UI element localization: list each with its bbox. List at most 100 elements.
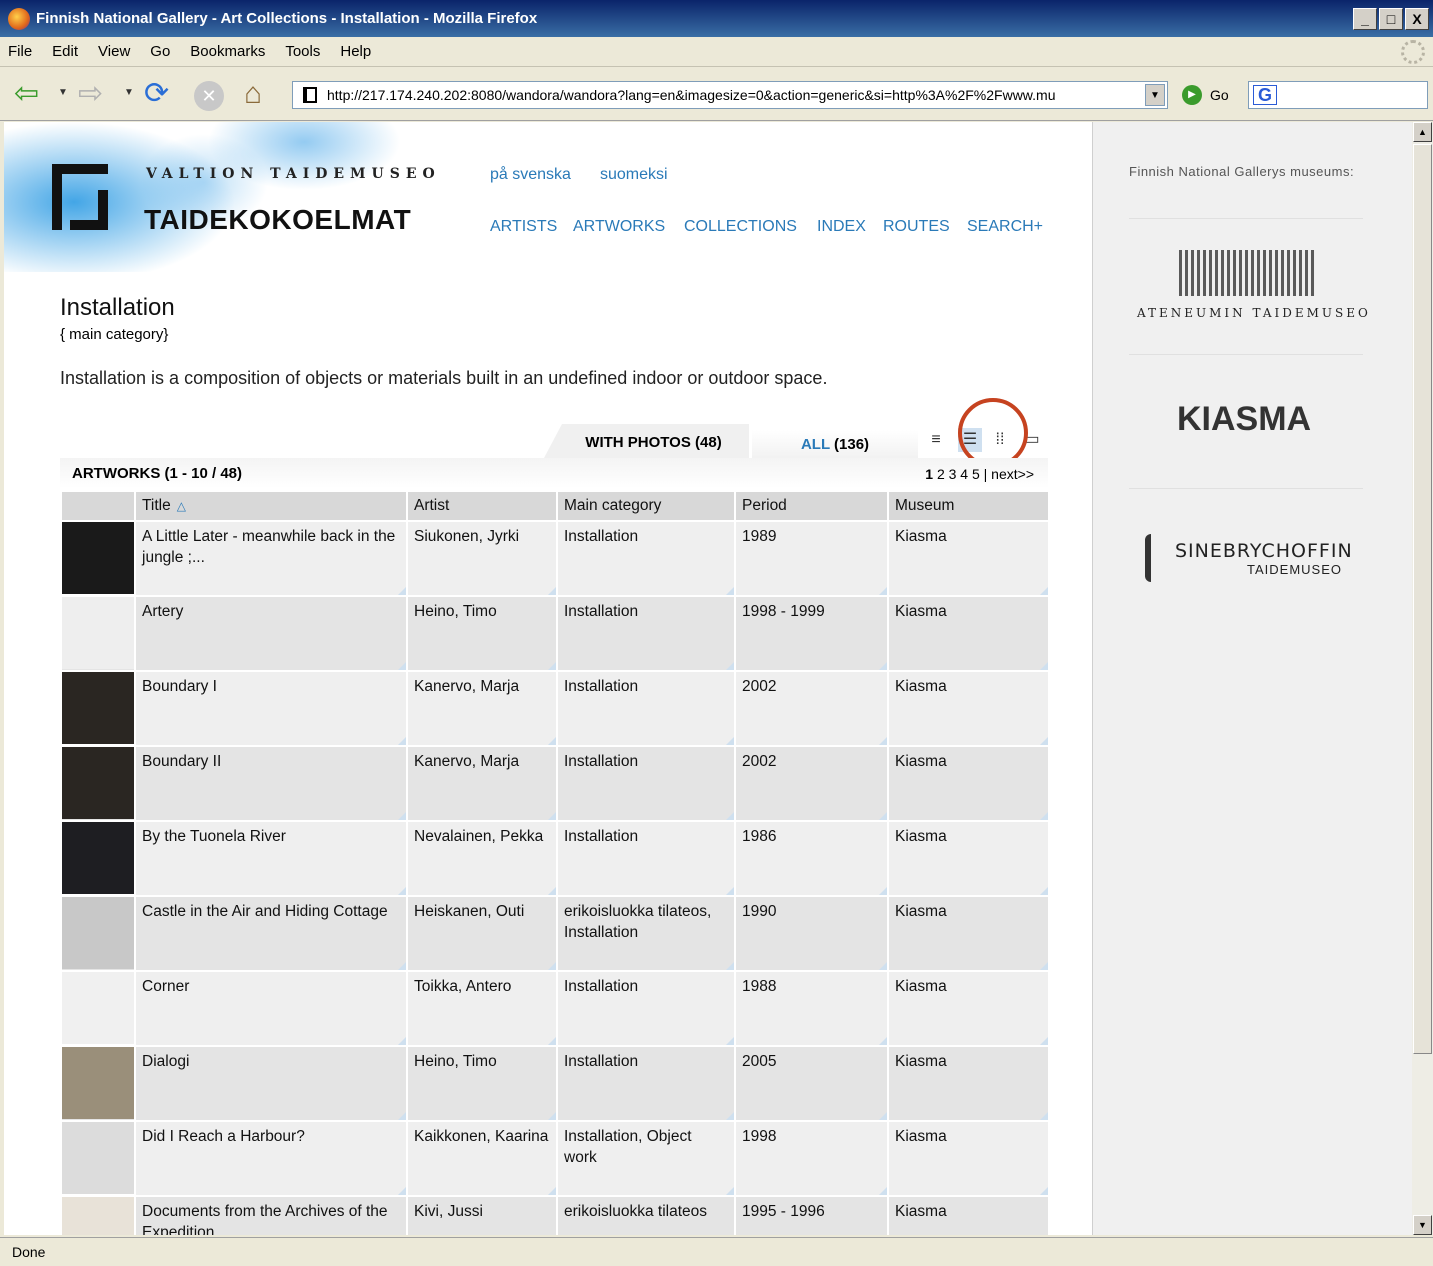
- search-engine-icon[interactable]: G: [1253, 85, 1277, 105]
- back-dropdown-icon[interactable]: ▼: [58, 87, 68, 98]
- museum-cell[interactable]: Kiasma: [889, 522, 1048, 595]
- menu-go[interactable]: Go: [150, 43, 170, 60]
- sinebrychoff-link[interactable]: SINEBRYCHOFFIN: [1175, 540, 1353, 562]
- museum-cell[interactable]: Kiasma: [889, 747, 1048, 820]
- period-cell[interactable]: 1986: [736, 822, 887, 895]
- vertical-scrollbar[interactable]: ▲ ▼: [1412, 122, 1433, 1235]
- back-arrow-icon[interactable]: ⇦: [14, 77, 39, 111]
- pager-pages[interactable]: 2 3 4 5 | next>>: [933, 466, 1034, 482]
- period-cell[interactable]: 1998: [736, 1122, 887, 1195]
- ateneum-link[interactable]: ATENEUMIN TAIDEMUSEO: [1137, 306, 1371, 320]
- lang-swedish-link[interactable]: på svenska: [490, 166, 571, 184]
- artwork-thumbnail[interactable]: [62, 822, 134, 895]
- artwork-thumbnail[interactable]: [62, 1197, 134, 1235]
- period-cell[interactable]: 1989: [736, 522, 887, 595]
- category-cell[interactable]: erikoisluokka tilateos, Installation: [558, 897, 734, 970]
- artist-cell[interactable]: Kivi, Jussi: [408, 1197, 556, 1235]
- table-row[interactable]: Boundary II Kanervo, Marja Installation 200…: [62, 747, 1048, 820]
- title-cell[interactable]: Boundary II: [136, 747, 406, 820]
- scroll-up-icon[interactable]: ▲: [1413, 122, 1432, 142]
- thumbnail-image[interactable]: [62, 897, 134, 969]
- title-cell[interactable]: By the Tuonela River: [136, 822, 406, 895]
- menu-bookmarks[interactable]: Bookmarks: [190, 43, 265, 60]
- sinebrychoff-logo-icon[interactable]: [1145, 534, 1167, 582]
- table-row[interactable]: By the Tuonela River Nevalainen, Pekka Ins…: [62, 822, 1048, 895]
- museum-cell[interactable]: Kiasma: [889, 597, 1048, 670]
- stop-icon[interactable]: ✕: [194, 81, 224, 111]
- sort-ascending-icon[interactable]: △: [177, 499, 186, 513]
- title-cell[interactable]: Artery: [136, 597, 406, 670]
- menu-view[interactable]: View: [98, 43, 130, 60]
- category-cell[interactable]: Installation: [558, 672, 734, 745]
- artist-cell[interactable]: Kaikkonen, Kaarina: [408, 1122, 556, 1195]
- minimize-button[interactable]: _: [1353, 7, 1377, 30]
- nav-search[interactable]: SEARCH+: [967, 218, 1043, 236]
- url-dropdown-icon[interactable]: ▼: [1145, 84, 1165, 106]
- category-cell[interactable]: Installation: [558, 597, 734, 670]
- title-cell[interactable]: A Little Later - meanwhile back in the j…: [136, 522, 406, 595]
- category-cell[interactable]: Installation, Object work: [558, 1122, 734, 1195]
- period-cell[interactable]: 1995 - 1996: [736, 1197, 887, 1235]
- title-cell[interactable]: Documents from the Archives of the Exped…: [136, 1197, 406, 1235]
- lang-finnish-link[interactable]: suomeksi: [600, 166, 668, 184]
- close-button[interactable]: X: [1405, 7, 1429, 30]
- maximize-button[interactable]: □: [1379, 7, 1403, 30]
- artist-cell[interactable]: Heino, Timo: [408, 1047, 556, 1120]
- tab-all[interactable]: ALL (136): [752, 430, 918, 458]
- tab-with-photos[interactable]: WITH PHOTOS (48): [544, 424, 749, 458]
- period-cell[interactable]: 2005: [736, 1047, 887, 1120]
- table-row[interactable]: Boundary I Kanervo, Marja Installation 2002…: [62, 672, 1048, 745]
- artist-cell[interactable]: Siukonen, Jyrki: [408, 522, 556, 595]
- kiasma-link[interactable]: KIASMA: [1177, 400, 1311, 439]
- thumbnail-image[interactable]: [62, 1122, 134, 1194]
- go-button[interactable]: ▶ Go: [1182, 85, 1229, 105]
- artist-cell[interactable]: Heiskanen, Outi: [408, 897, 556, 970]
- title-cell[interactable]: Boundary I: [136, 672, 406, 745]
- ateneum-building-icon[interactable]: [1179, 250, 1315, 296]
- site-title[interactable]: TAIDEKOKOELMAT: [144, 204, 411, 236]
- table-row[interactable]: Corner Toikka, Antero Installation 1988 Kias…: [62, 972, 1048, 1045]
- category-cell[interactable]: Installation: [558, 822, 734, 895]
- table-row[interactable]: Artery Heino, Timo Installation 1998 - 1999…: [62, 597, 1048, 670]
- period-cell[interactable]: 1998 - 1999: [736, 597, 887, 670]
- forward-dropdown-icon[interactable]: ▼: [124, 87, 134, 98]
- menu-help[interactable]: Help: [340, 43, 371, 60]
- period-cell[interactable]: 1988: [736, 972, 887, 1045]
- title-cell[interactable]: Castle in the Air and Hiding Cottage: [136, 897, 406, 970]
- scroll-down-icon[interactable]: ▼: [1413, 1215, 1432, 1235]
- category-cell[interactable]: erikoisluokka tilateos: [558, 1197, 734, 1235]
- column-header-title[interactable]: Title △: [136, 492, 406, 520]
- museum-cell[interactable]: Kiasma: [889, 822, 1048, 895]
- period-cell[interactable]: 2002: [736, 747, 887, 820]
- artwork-thumbnail[interactable]: [62, 522, 134, 595]
- artwork-thumbnail[interactable]: [62, 1047, 134, 1120]
- period-cell[interactable]: 1990: [736, 897, 887, 970]
- thumbnail-image[interactable]: [62, 822, 134, 894]
- category-cell[interactable]: Installation: [558, 747, 734, 820]
- table-row[interactable]: Dialogi Heino, Timo Installation 2005 Kiasma: [62, 1047, 1048, 1120]
- thumbnail-image[interactable]: [62, 597, 134, 669]
- thumbnail-image[interactable]: [62, 522, 134, 594]
- museum-cell[interactable]: Kiasma: [889, 897, 1048, 970]
- nav-artists[interactable]: ARTISTS: [490, 218, 557, 236]
- nav-collections[interactable]: COLLECTIONS: [684, 218, 797, 236]
- title-cell[interactable]: Did I Reach a Harbour?: [136, 1122, 406, 1195]
- title-cell[interactable]: Corner: [136, 972, 406, 1045]
- artwork-thumbnail[interactable]: [62, 597, 134, 670]
- scroll-thumb[interactable]: [1413, 144, 1432, 1054]
- thumbnail-image[interactable]: [62, 972, 134, 1044]
- museum-cell[interactable]: Kiasma: [889, 1047, 1048, 1120]
- thumbnail-image[interactable]: [62, 747, 134, 819]
- column-header-period[interactable]: Period: [736, 492, 887, 520]
- period-cell[interactable]: 2002: [736, 672, 887, 745]
- category-cell[interactable]: Installation: [558, 1047, 734, 1120]
- nav-artworks[interactable]: ARTWORKS: [573, 218, 665, 236]
- table-row[interactable]: Castle in the Air and Hiding Cottage Heis…: [62, 897, 1048, 970]
- thumbnail-image[interactable]: [62, 1047, 134, 1119]
- artist-cell[interactable]: Toikka, Antero: [408, 972, 556, 1045]
- nav-routes[interactable]: ROUTES: [883, 218, 950, 236]
- pager[interactable]: 1 2 3 4 5 | next>>: [925, 458, 1034, 490]
- museum-cell[interactable]: Kiasma: [889, 1122, 1048, 1195]
- menu-tools[interactable]: Tools: [285, 43, 320, 60]
- home-icon[interactable]: ⌂: [244, 77, 262, 111]
